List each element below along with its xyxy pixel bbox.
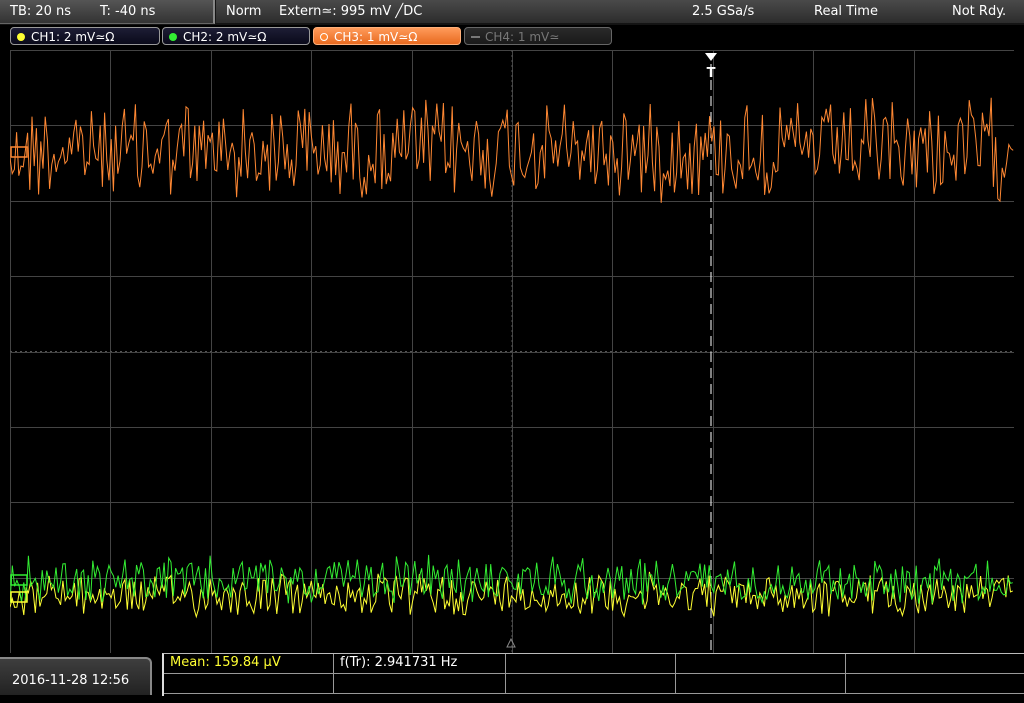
measurement-slot-7[interactable] xyxy=(334,674,506,694)
channel-tab-ch1[interactable]: CH1: 2 mV≃Ω xyxy=(10,27,160,45)
measurement-slot-9[interactable] xyxy=(676,674,846,694)
center-marker-icon xyxy=(506,637,516,648)
channel-tab-ch4[interactable]: CH4: 1 mV≃ xyxy=(464,27,612,45)
trigger-mode[interactable]: Norm xyxy=(226,0,261,23)
run-state[interactable]: Not Rdy. xyxy=(952,0,1006,23)
ch2-color-dot xyxy=(169,33,177,41)
ch4-label: CH4: 1 mV≃ xyxy=(485,30,560,44)
trigger-marker[interactable]: T xyxy=(705,53,717,81)
date-time: 2016-11-28 12:56 xyxy=(0,657,152,695)
trigger-label: T xyxy=(707,66,716,81)
ch4-off-indicator xyxy=(471,36,480,38)
measurement-slot-6[interactable] xyxy=(164,674,334,694)
measurement-slot-5[interactable] xyxy=(846,654,1024,674)
frequency-measurement[interactable]: f(Tr): 2.941731 Hz xyxy=(334,654,506,674)
measurement-slot-3[interactable] xyxy=(506,654,676,674)
channel-tab-ch2[interactable]: CH2: 2 mV≃Ω xyxy=(162,27,310,45)
status-bar: TB: 20 ns T: -40 ns Norm Extern≃: 995 mV… xyxy=(0,0,1024,25)
ch3-label: CH3: 1 mV≃Ω xyxy=(334,30,418,44)
measurement-panel[interactable]: Mean: 159.84 µV f(Tr): 2.941731 Hz xyxy=(162,653,1024,696)
sample-rate[interactable]: 2.5 GSa/s xyxy=(692,0,754,23)
measurement-slot-10[interactable] xyxy=(846,674,1024,694)
measurement-slot-8[interactable] xyxy=(506,674,676,694)
trigger-source[interactable]: Extern≃: 995 mV ╱DC xyxy=(279,0,422,23)
mean-measurement[interactable]: Mean: 159.84 µV xyxy=(164,654,334,674)
ch3-color-dot xyxy=(320,33,328,41)
channel-tab-ch3[interactable]: CH3: 1 mV≃Ω xyxy=(313,27,461,45)
trigger-arrow-icon xyxy=(705,53,717,61)
timebase-panel[interactable]: TB: 20 ns T: -40 ns xyxy=(0,0,215,24)
timebase-value[interactable]: TB: 20 ns xyxy=(10,0,71,23)
ch2-label: CH2: 2 mV≃Ω xyxy=(183,30,267,44)
acquisition-mode[interactable]: Real Time xyxy=(814,0,878,23)
waveform-traces xyxy=(9,97,1014,619)
measurement-slot-4[interactable] xyxy=(676,654,846,674)
channel-markers xyxy=(10,146,28,603)
ch1-color-dot xyxy=(17,33,25,41)
ch1-label: CH1: 2 mV≃Ω xyxy=(31,30,115,44)
waveform-display[interactable]: T xyxy=(9,50,1015,654)
waveform-canvas[interactable]: T xyxy=(9,50,1015,654)
acquisition-panel[interactable]: Norm Extern≃: 995 mV ╱DC 2.5 GSa/s Real … xyxy=(216,0,1024,23)
time-offset-value[interactable]: T: -40 ns xyxy=(100,0,155,23)
